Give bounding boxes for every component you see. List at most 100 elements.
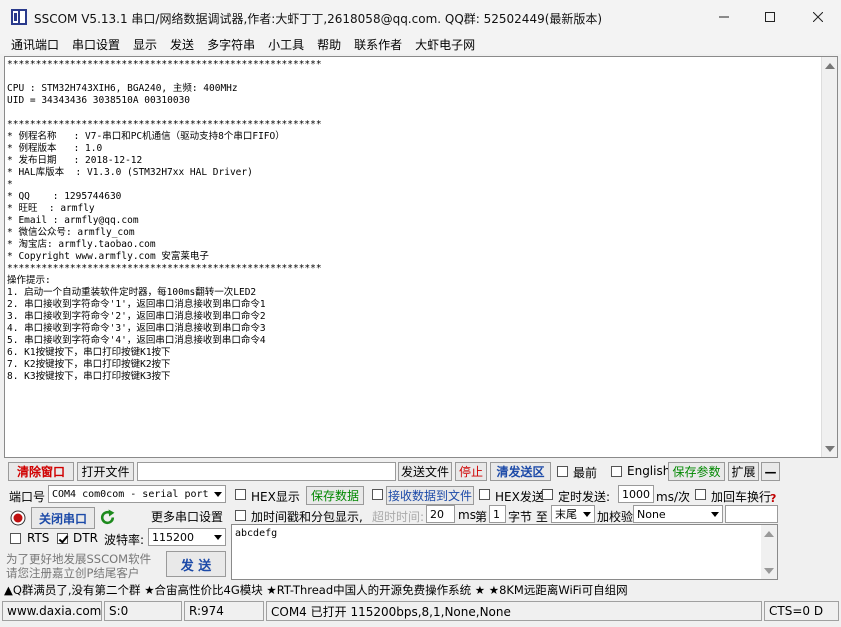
- menu-help[interactable]: 帮助: [317, 36, 341, 53]
- checksum-result-field: [725, 505, 778, 523]
- close-button[interactable]: [795, 0, 841, 34]
- receive-line: 2. 串口接收到字符命令'1'，返回串口消息接收到串口命令1: [7, 299, 266, 310]
- menu-serial-settings[interactable]: 串口设置: [72, 36, 120, 53]
- dtr-label: DTR: [73, 531, 98, 545]
- receive-line: * 淘宝店: armfly.taobao.com: [7, 239, 156, 250]
- send-scroll-down-icon[interactable]: [764, 568, 774, 574]
- timeout-input[interactable]: 20: [426, 505, 455, 523]
- window-title: SSCOM V5.13.1 串口/网络数据调试器,作者:大虾丁丁,2618058…: [34, 12, 603, 26]
- checksum-label: 加校验: [597, 510, 634, 524]
- more-serial-settings-link[interactable]: 更多串口设置: [148, 507, 226, 525]
- send-file-button[interactable]: 发送文件: [398, 462, 452, 481]
- help-icon[interactable]: ?: [770, 492, 776, 505]
- save-data-button[interactable]: 保存数据: [306, 486, 364, 505]
- baud-chevron-down-icon: [211, 529, 225, 545]
- scroll-down-icon[interactable]: [825, 446, 835, 452]
- clear-send-button[interactable]: 清发送区: [490, 462, 551, 481]
- byte-to-value: 末尾: [555, 508, 577, 521]
- recv-to-file-button[interactable]: 接收数据到文件: [386, 486, 474, 505]
- receive-line: [7, 71, 821, 83]
- open-file-button[interactable]: 打开文件: [77, 462, 134, 481]
- maximize-button[interactable]: [747, 0, 793, 34]
- menu-comm-port[interactable]: 通讯端口: [11, 36, 59, 53]
- maximize-icon: [765, 12, 775, 22]
- receive-line: [7, 107, 821, 119]
- dtr-checkbox[interactable]: [57, 533, 68, 544]
- send-text: abcdefg: [235, 528, 278, 539]
- port-status-icon: [10, 510, 26, 526]
- app-icon: [11, 9, 27, 25]
- menu-tools[interactable]: 小工具: [268, 36, 304, 53]
- save-params-button[interactable]: 保存参数: [668, 462, 725, 481]
- timed-send-label: 定时发送:: [558, 490, 611, 504]
- recv-to-file-checkbox[interactable]: [372, 489, 383, 500]
- collapse-button[interactable]: —: [761, 462, 780, 481]
- send-textarea[interactable]: abcdefg: [231, 524, 778, 580]
- english-checkbox[interactable]: [611, 466, 622, 477]
- port-select[interactable]: COM4 com0com - serial port: [48, 485, 226, 503]
- receive-line: 8. K3按键按下，串口打印按键K3按下: [7, 371, 171, 382]
- baud-select[interactable]: 115200: [148, 528, 226, 546]
- add-crlf-checkbox[interactable]: [695, 489, 706, 500]
- baud-label: 波特率:: [104, 533, 145, 547]
- byte-range-label: 字节 至: [508, 510, 548, 524]
- menu-contact[interactable]: 联系作者: [354, 36, 402, 53]
- announcement-marquee[interactable]: ▲Q群满员了,没有第二个群 ★合宙高性价比4G模块 ★RT-Thread中国人的…: [0, 581, 841, 599]
- scroll-up-icon[interactable]: [825, 63, 835, 69]
- checksum-select[interactable]: None: [633, 505, 723, 523]
- hex-display-checkbox[interactable]: [235, 489, 246, 500]
- status-bar: www.daxia.com S:0 R:974 COM4 已打开 115200b…: [0, 600, 841, 622]
- menu-multi-string[interactable]: 多字符串: [207, 36, 255, 53]
- clear-window-button[interactable]: 清除窗口: [8, 462, 74, 481]
- status-cts: CTS=0 D: [764, 601, 839, 621]
- send-scrollbar[interactable]: [761, 525, 777, 579]
- interval-input[interactable]: 1000: [618, 485, 654, 503]
- send-button[interactable]: 发 送: [166, 551, 226, 577]
- receive-line: * Copyright www.armfly.com 安富莱电子: [7, 251, 209, 262]
- timestamp-checkbox[interactable]: [235, 510, 246, 521]
- receive-line: *: [7, 179, 13, 190]
- menu-daxia-site[interactable]: 大虾电子网: [415, 36, 475, 53]
- close-port-button[interactable]: 关闭串口: [31, 507, 95, 529]
- receive-area[interactable]: ****************************************…: [4, 56, 838, 458]
- timed-send-checkbox[interactable]: [542, 489, 553, 500]
- stop-button[interactable]: 停止: [455, 462, 487, 481]
- menu-display[interactable]: 显示: [133, 36, 157, 53]
- hex-send-checkbox[interactable]: [479, 489, 490, 500]
- send-scroll-up-icon[interactable]: [764, 531, 774, 537]
- port-label: 端口号: [9, 490, 46, 504]
- file-path-input[interactable]: [137, 462, 396, 481]
- expand-button[interactable]: 扩展: [728, 462, 759, 481]
- checksum-value: None: [637, 507, 666, 521]
- chevron-down-icon: [211, 486, 225, 502]
- receive-line: * 旺旺 : armfly: [7, 203, 95, 214]
- receive-line: 3. 串口接收到字符命令'2'，返回串口消息接收到串口命令2: [7, 311, 266, 322]
- receive-line: * 例程名称 : V7-串口和PC机通信（驱动支持8个串口FIFO）: [7, 131, 285, 142]
- receive-line: ****************************************…: [7, 59, 322, 70]
- status-site-link[interactable]: www.daxia.com: [2, 601, 102, 621]
- receive-line: * 发布日期 : 2018-12-12: [7, 155, 143, 166]
- receive-line: ****************************************…: [7, 263, 322, 274]
- rts-checkbox[interactable]: [10, 533, 21, 544]
- hex-send-label: HEX发送: [495, 490, 544, 504]
- promo-line-2: 请您注册嘉立创P结尾客户: [6, 566, 140, 580]
- status-sent-count: S:0: [104, 601, 182, 621]
- timeout-label: 超时时间:: [372, 510, 425, 524]
- receive-line: 操作提示:: [7, 275, 51, 286]
- topmost-label: 最前: [573, 466, 598, 480]
- status-port-info: COM4 已打开 115200bps,8,1,None,None: [266, 601, 762, 621]
- menu-bar: 通讯端口 串口设置 显示 发送 多字符串 小工具 帮助 联系作者 大虾电子网: [0, 34, 841, 54]
- byte-from-input[interactable]: 1: [489, 505, 506, 523]
- menu-send[interactable]: 发送: [170, 36, 194, 53]
- byte-to-select[interactable]: 末尾: [551, 505, 595, 523]
- minimize-icon: [719, 16, 729, 18]
- checksum-chevron-down-icon: [708, 506, 722, 522]
- receive-scrollbar[interactable]: [821, 57, 837, 457]
- minimize-button[interactable]: [701, 0, 747, 34]
- receive-line: CPU : STM32H743XIH6, BGA240, 主频: 400MHz: [7, 83, 238, 94]
- topmost-checkbox[interactable]: [557, 466, 568, 477]
- add-crlf-label: 加回车换行: [711, 490, 772, 504]
- receive-line: 1. 启动一个自动重装软件定时器，每100ms翻转一次LED2: [7, 287, 257, 298]
- refresh-icon[interactable]: [99, 509, 116, 526]
- receive-line: 6. K1按键按下，串口打印按键K1按下: [7, 347, 171, 358]
